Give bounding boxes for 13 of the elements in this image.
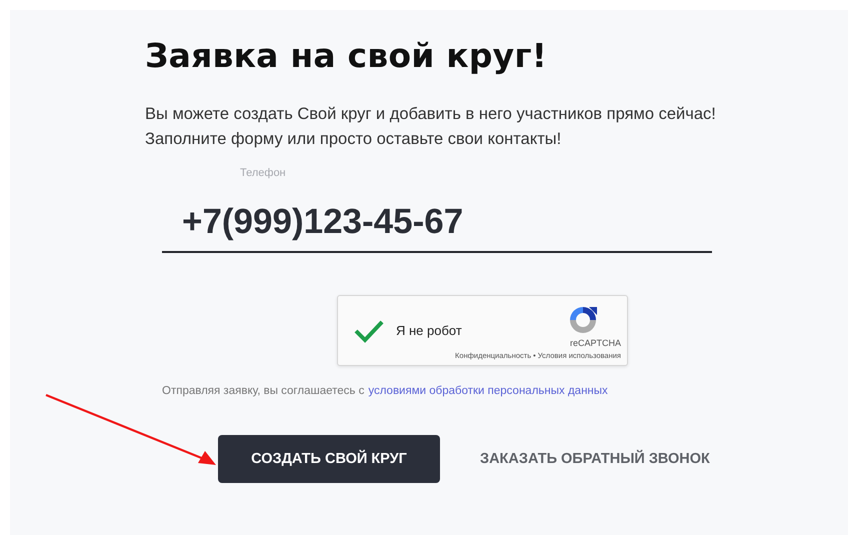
consent-link[interactable]: условиями обработки персональных данных [368, 385, 608, 397]
consent-text: Отправляя заявку, вы соглашаетесь с [162, 385, 364, 397]
captcha-label: Я не робот [396, 323, 462, 338]
intro-text: Вы можете создать Свой круг и добавить в него участников прямо сейчас! [145, 104, 717, 125]
callback-button[interactable]: ЗАКАЗАТЬ ОБРАТНЫЙ ЗВОНОК [480, 451, 710, 467]
checkbox[interactable] [354, 318, 384, 342]
field-label: Телефон [240, 167, 287, 179]
create-button[interactable]: СОЗДАТЬ СВОЙ КРУГ [218, 435, 440, 483]
recaptcha-icon [567, 304, 599, 336]
phone-field[interactable]: +7(999)123-45-67 [162, 179, 712, 253]
intro-text: Заполните форму или просто оставьте свои контакты! [145, 129, 562, 150]
page-title: Заявка на свой круг! [145, 35, 548, 77]
brand-name: reCAPTCHA [570, 338, 621, 348]
